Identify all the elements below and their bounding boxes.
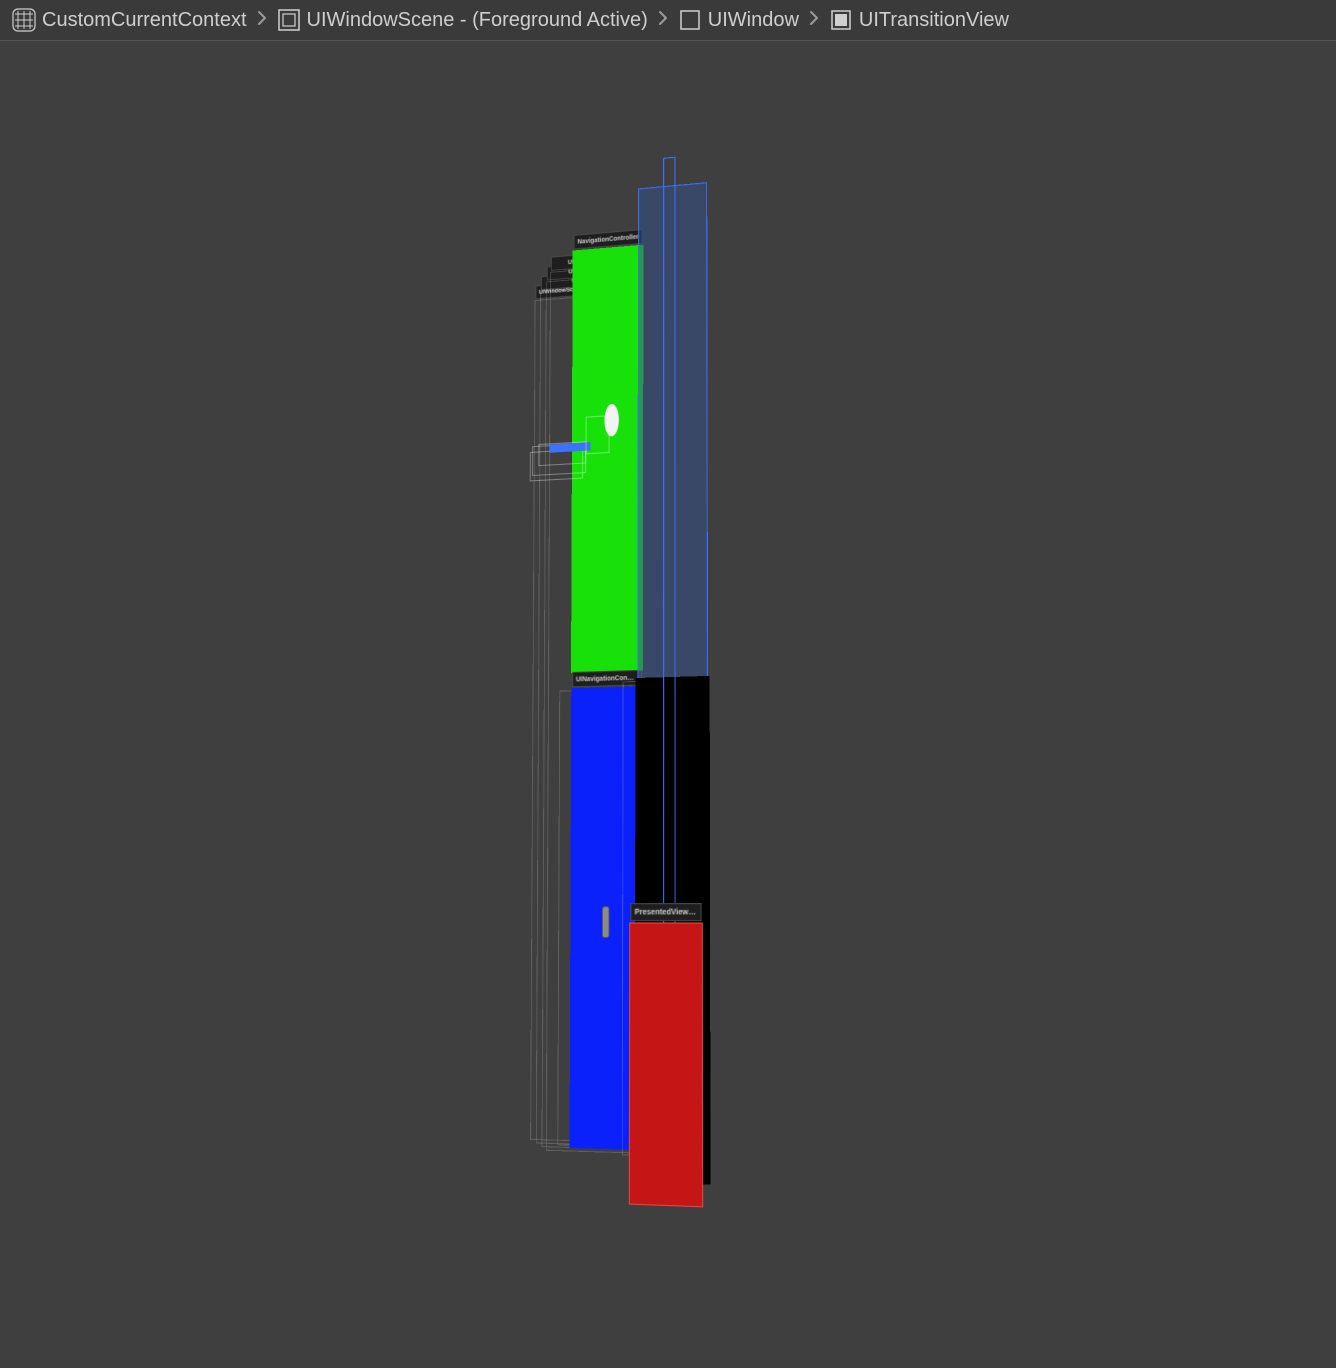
- filled-square-icon: [829, 8, 853, 32]
- chevron-right-icon: [809, 10, 819, 31]
- breadcrumb-item-label: CustomCurrentContext: [42, 9, 247, 32]
- layer-label: PresentedViewController: [630, 903, 701, 921]
- wireframe-icon: [277, 8, 301, 32]
- breadcrumb: CustomCurrentContext UIWindowScene - (Fo…: [0, 0, 1336, 41]
- layer-presented-view[interactable]: PresentedViewController: [629, 922, 703, 1207]
- breadcrumb-item-label: UITransitionView: [859, 9, 1009, 32]
- breadcrumb-item-1[interactable]: UIWindowScene - (Foreground Active): [273, 6, 652, 34]
- view-debugger-canvas[interactable]: UIWindowScene - (Foreground Active) UIWi…: [0, 41, 1336, 1368]
- chevron-right-icon: [658, 10, 668, 31]
- outline-square-icon: [678, 8, 702, 32]
- breadcrumb-item-label: UIWindowScene - (Foreground Active): [307, 9, 648, 32]
- app-icon: [12, 8, 36, 32]
- breadcrumb-item-0[interactable]: CustomCurrentContext: [8, 6, 251, 34]
- breadcrumb-item-label: UIWindow: [708, 9, 799, 32]
- home-indicator-icon: [602, 906, 610, 938]
- chevron-right-icon: [257, 10, 267, 31]
- layer-label: NavigationController: [574, 229, 643, 249]
- breadcrumb-item-2[interactable]: UIWindow: [674, 6, 803, 34]
- breadcrumb-item-3[interactable]: UITransitionView: [825, 6, 1013, 34]
